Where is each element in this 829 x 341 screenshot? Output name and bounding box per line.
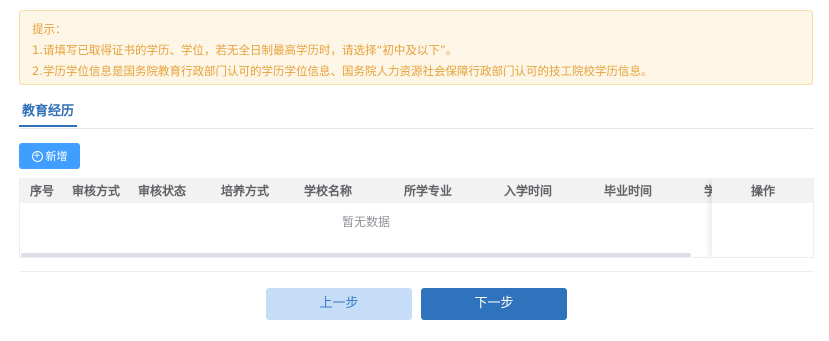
notice-title: 提示：	[32, 22, 67, 36]
tab-bar: 教育经历	[19, 99, 814, 129]
column-header: 培养方式	[221, 184, 270, 198]
notice-line-1: 1.请填写已取得证书的学历、学位，若无全日制最高学历时，请选择“初中及以下”。	[32, 43, 458, 57]
education-table: 序号 审核方式 审核状态 培养方式 学校名称 所学专业 入学时间 毕业时间 学 …	[19, 178, 814, 258]
plus-circle-icon: +	[31, 150, 43, 162]
column-header: 审核状态	[138, 184, 187, 198]
empty-text: 暂无数据	[341, 215, 390, 229]
horizontal-scrollbar[interactable]	[21, 253, 691, 257]
column-header: 序号	[30, 184, 55, 198]
column-header: 学校名称	[304, 184, 353, 198]
column-header: 入学时间	[504, 184, 553, 198]
notice-line-2: 2.学历学位信息是国务院教育行政部门认可的学历学位信息、国务院人力资源社会保障行…	[32, 64, 653, 78]
next-button[interactable]: 下一步	[421, 288, 567, 320]
prev-button[interactable]: 上一步	[266, 288, 412, 320]
action-column: 操作	[712, 179, 813, 257]
divider	[19, 271, 814, 272]
column-header-action: 操作	[751, 184, 776, 198]
notice-panel: 提示： 1.请填写已取得证书的学历、学位，若无全日制最高学历时，请选择“初中及以…	[19, 10, 813, 85]
add-button-label: 新增	[45, 150, 68, 163]
column-header: 毕业时间	[604, 184, 653, 198]
column-header: 所学专业	[404, 184, 453, 198]
column-header: 审核方式	[72, 184, 121, 198]
tab-education[interactable]: 教育经历	[19, 99, 78, 127]
add-button[interactable]: + 新增	[19, 143, 80, 169]
table-header: 序号 审核方式 审核状态 培养方式 学校名称 所学专业 入学时间 毕业时间 学	[20, 179, 813, 203]
